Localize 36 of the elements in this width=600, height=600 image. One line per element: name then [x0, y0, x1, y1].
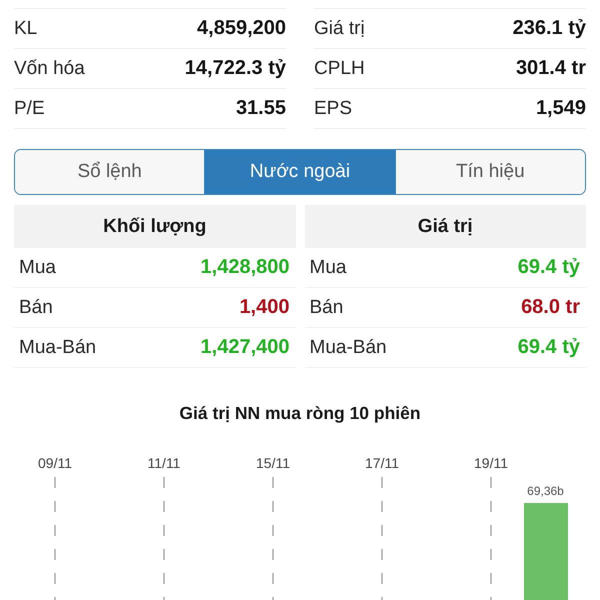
date-label: 09/11 [38, 455, 72, 471]
column-header: Giá trị [304, 205, 586, 248]
tab[interactable]: Nước ngoài [204, 150, 395, 194]
tab[interactable]: Sổ lệnh [15, 150, 204, 194]
bar-value-label: 69,36b [527, 484, 564, 498]
stat-label: KL [14, 18, 38, 40]
row-label: Mua [19, 256, 56, 278]
stat-value: 301.4 tr [516, 57, 586, 80]
stat-value: 14,722.3 tỷ [184, 57, 286, 80]
tab[interactable]: Tín hiệu [394, 150, 585, 194]
stat-label: CPLH [314, 58, 365, 80]
row-label: Mua-Bán [310, 336, 387, 358]
row-label: Mua [310, 256, 346, 278]
row-value: 1,428,800 [200, 256, 290, 279]
row-value: 1,400 [239, 296, 290, 319]
date-label: 19/11 [474, 455, 508, 471]
date-label: 15/11 [256, 455, 290, 471]
stat-value: 4,859,200 [197, 17, 286, 40]
date-label: 11/11 [148, 455, 180, 471]
row-value: 68.0 tr [521, 296, 580, 319]
stat-label: P/E [14, 98, 45, 120]
row-label: Bán [19, 296, 53, 318]
column-header: Khối lượng [14, 205, 296, 248]
stat-value: 31.55 [236, 97, 286, 120]
row-label: Mua-Bán [19, 336, 96, 358]
chart-title: Giá trị NN mua ròng 10 phiên [178, 402, 422, 425]
row-value: 69.4 tỷ [518, 256, 580, 279]
date-label: 17/11 [365, 455, 399, 471]
stat-label: EPS [314, 98, 352, 120]
stat-value: 236.1 tỷ [512, 17, 586, 40]
row-label: Bán [310, 296, 344, 318]
stat-value: 1,549 [536, 97, 586, 120]
stat-label: Vốn hóa [14, 58, 85, 80]
row-value: 69.4 tỷ [518, 336, 580, 359]
row-value: 1,427,400 [200, 336, 290, 359]
stat-label: Giá trị [314, 18, 365, 40]
